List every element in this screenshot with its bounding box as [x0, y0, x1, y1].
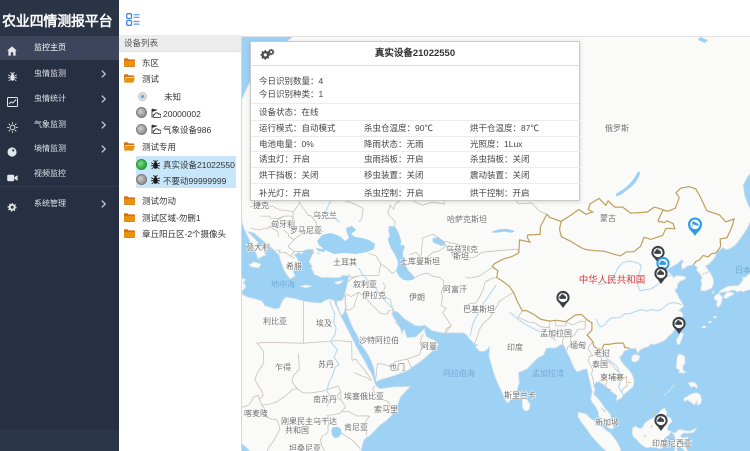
svg-text:苏丹: 苏丹 [318, 359, 334, 369]
svg-text:乍得: 乍得 [275, 362, 291, 372]
svg-text:泰国: 泰国 [592, 359, 608, 369]
svg-text:乌克兰: 乌克兰 [313, 210, 337, 220]
svg-text:斯坦: 斯坦 [453, 251, 469, 261]
svg-text:印度尼西亚: 印度尼西亚 [652, 438, 692, 448]
svg-text:阿曼: 阿曼 [421, 342, 437, 351]
svg-text:罗马尼亚: 罗马尼亚 [290, 226, 322, 235]
svg-text:缅甸: 缅甸 [570, 340, 586, 350]
svg-text:阿拉伯海: 阿拉伯海 [443, 368, 475, 378]
svg-text:沙特阿拉伯: 沙特阿拉伯 [359, 335, 399, 345]
svg-text:新加坡: 新加坡 [595, 417, 619, 427]
svg-text:埃及: 埃及 [316, 318, 332, 328]
svg-text:希腊: 希腊 [286, 261, 302, 271]
svg-text:阿富汗: 阿富汗 [443, 284, 467, 294]
svg-text:哈萨克斯坦: 哈萨克斯坦 [447, 214, 487, 224]
svg-text:伊拉克: 伊拉克 [362, 290, 386, 300]
svg-text:伊朗: 伊朗 [409, 292, 425, 302]
svg-text:老挝: 老挝 [594, 348, 610, 358]
svg-text:肯尼亚: 肯尼亚 [344, 422, 368, 432]
svg-text:共和国: 共和国 [285, 426, 309, 435]
svg-text:印度: 印度 [507, 342, 523, 352]
svg-text:埃塞俄比亚: 埃塞俄比亚 [344, 391, 384, 401]
svg-text:斯里兰卡: 斯里兰卡 [504, 390, 536, 400]
svg-text:索马里: 索马里 [374, 404, 398, 414]
svg-text:日本海: 日本海 [735, 265, 750, 275]
svg-text:乌干达: 乌干达 [313, 416, 337, 426]
svg-text:中华人民共和国: 中华人民共和国 [579, 274, 646, 286]
svg-text:刚果民主: 刚果民主 [281, 416, 313, 426]
svg-text:土库曼斯坦: 土库曼斯坦 [400, 256, 440, 266]
svg-text:俄罗斯: 俄罗斯 [605, 123, 629, 133]
svg-text:南苏丹: 南苏丹 [313, 394, 337, 404]
svg-text:孟加拉湾: 孟加拉湾 [532, 368, 564, 378]
svg-text:叙利亚: 叙利亚 [353, 279, 377, 289]
svg-text:意大利: 意大利 [246, 242, 270, 252]
svg-text:蒙古: 蒙古 [600, 213, 616, 223]
svg-text:利比亚: 利比亚 [263, 316, 287, 326]
svg-text:土耳其: 土耳其 [333, 257, 357, 267]
svg-text:也门: 也门 [389, 362, 405, 372]
svg-text:喀麦隆: 喀麦隆 [244, 408, 268, 418]
svg-text:地中海: 地中海 [271, 279, 295, 289]
svg-text:巴基斯坦: 巴基斯坦 [463, 304, 495, 314]
svg-text:孟加拉国: 孟加拉国 [540, 328, 572, 338]
svg-text:捷克: 捷克 [253, 200, 269, 210]
svg-text:坦桑尼亚: 坦桑尼亚 [289, 443, 321, 451]
